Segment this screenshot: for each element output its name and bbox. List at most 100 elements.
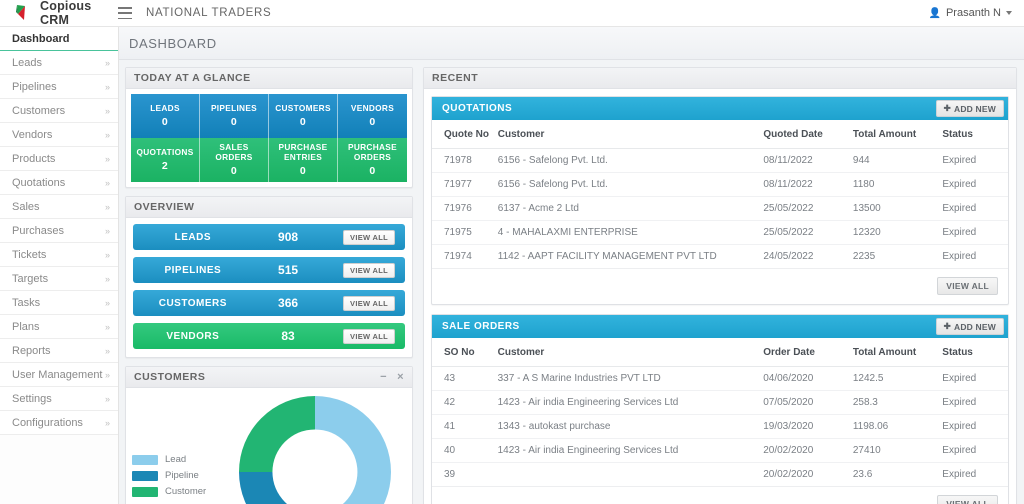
sale-orders-header: SALE ORDERS ✚ ADD NEW xyxy=(432,315,1008,338)
table-row[interactable]: 719786156 - Safelong Pvt. Ltd.08/11/2022… xyxy=(432,149,1008,173)
column-header-status: Status xyxy=(938,120,1008,149)
glance-tile-value: 0 xyxy=(231,165,237,178)
sidebar-item-purchases[interactable]: Purchases» xyxy=(0,219,118,243)
table-row[interactable]: 719776156 - Safelong Pvt. Ltd.08/11/2022… xyxy=(432,173,1008,197)
sidebar-item-pipelines[interactable]: Pipelines» xyxy=(0,75,118,99)
legend-item-pipeline[interactable]: Pipeline xyxy=(132,470,224,481)
glance-tile-label: PURCHASE ENTRIES xyxy=(269,142,337,163)
sidebar-item-vendors[interactable]: Vendors» xyxy=(0,123,118,147)
sidebar-item-products[interactable]: Products» xyxy=(0,147,118,171)
close-icon[interactable]: × xyxy=(397,372,404,383)
plus-icon: ✚ xyxy=(944,103,951,114)
minimize-icon[interactable]: − xyxy=(380,372,387,383)
table-row[interactable]: 401423 - Air india Engineering Services … xyxy=(432,439,1008,463)
glance-tile-customers[interactable]: CUSTOMERS0 xyxy=(269,94,338,138)
overview-bar-label: VENDORS xyxy=(133,331,253,342)
glance-tile-purchase-entries[interactable]: PURCHASE ENTRIES0 xyxy=(269,138,338,182)
cell-no: 71978 xyxy=(432,149,494,173)
main-content: DASHBOARD TODAY AT A GLANCE LEADS0PIPELI… xyxy=(119,27,1024,504)
today-at-a-glance-panel: TODAY AT A GLANCE LEADS0PIPELINES0CUSTOM… xyxy=(125,67,413,188)
status-badge: Expired xyxy=(938,463,1008,487)
overview-bar-pipelines[interactable]: PIPELINES515VIEW ALL xyxy=(133,257,405,283)
sidebar-item-reports[interactable]: Reports» xyxy=(0,339,118,363)
cell-amount: 1180 xyxy=(849,173,938,197)
table-row[interactable]: 719766137 - Acme 2 Ltd25/05/202213500Exp… xyxy=(432,197,1008,221)
status-badge: Expired xyxy=(938,391,1008,415)
cell-customer: 6156 - Safelong Pvt. Ltd. xyxy=(494,173,760,197)
overview-bar-value: 908 xyxy=(253,230,324,244)
hamburger-icon[interactable] xyxy=(118,7,132,19)
table-row[interactable]: 3920/02/202023.6Expired xyxy=(432,463,1008,487)
glance-tile-label: PURCHASE ORDERS xyxy=(338,142,407,163)
status-badge: Expired xyxy=(938,367,1008,391)
glance-tile-leads[interactable]: LEADS0 xyxy=(131,94,200,138)
sidebar-item-dashboard[interactable]: Dashboard xyxy=(0,27,118,51)
table-row[interactable]: 719754 - MAHALAXMI ENTERPRISE25/05/20221… xyxy=(432,221,1008,245)
glance-tile-quotations[interactable]: QUOTATIONS2 xyxy=(131,138,200,182)
glance-tile-purchase-orders[interactable]: PURCHASE ORDERS 0 xyxy=(338,138,407,182)
sidebar-item-tickets[interactable]: Tickets» xyxy=(0,243,118,267)
cell-amount: 27410 xyxy=(849,439,938,463)
overview-view-all-button[interactable]: VIEW ALL xyxy=(343,329,395,344)
glance-tile-vendors[interactable]: VENDORS0 xyxy=(338,94,407,138)
customers-chart-panel: CUSTOMERS − × LeadPipelineCustomer xyxy=(125,366,413,504)
overview-panel-title: OVERVIEW xyxy=(134,201,194,213)
overview-bar-leads[interactable]: LEADS908 VIEW ALL xyxy=(133,224,405,250)
quotations-title: QUOTATIONS xyxy=(442,103,512,114)
column-header-total-amount: Total Amount xyxy=(849,120,938,149)
sale-orders-add-new-button[interactable]: ✚ ADD NEW xyxy=(936,318,1004,335)
donut-wrapper xyxy=(224,396,406,504)
quotations-add-new-button[interactable]: ✚ ADD NEW xyxy=(936,100,1004,117)
legend-swatch-icon xyxy=(132,471,158,481)
sidebar-item-user-management[interactable]: User Management» xyxy=(0,363,118,387)
sidebar-item-sales[interactable]: Sales» xyxy=(0,195,118,219)
table-row[interactable]: 43337 - A S Marine Industries PVT LTD04/… xyxy=(432,367,1008,391)
table-row[interactable]: 421423 - Air india Engineering Services … xyxy=(432,391,1008,415)
overview-view-all-button[interactable]: VIEW ALL xyxy=(343,263,395,278)
sidebar-item-leads[interactable]: Leads» xyxy=(0,51,118,75)
cell-customer: 337 - A S Marine Industries PVT LTD xyxy=(494,367,760,391)
legend-swatch-icon xyxy=(132,455,158,465)
customers-donut-chart[interactable] xyxy=(239,396,391,504)
sidebar-item-configurations[interactable]: Configurations» xyxy=(0,411,118,435)
sidebar-item-plans[interactable]: Plans» xyxy=(0,315,118,339)
sidebar-item-settings[interactable]: Settings» xyxy=(0,387,118,411)
overview-view-all-button[interactable]: VIEW ALL xyxy=(343,230,395,245)
chevron-right-icon: » xyxy=(105,418,110,428)
brand[interactable]: Copious CRM xyxy=(0,0,110,27)
user-menu[interactable]: 👤 Prasanth N xyxy=(929,7,1024,19)
sidebar-nav: DashboardLeads»Pipelines»Customers»Vendo… xyxy=(0,27,118,435)
chevron-down-icon xyxy=(1006,11,1012,15)
legend-item-customer[interactable]: Customer xyxy=(132,486,224,497)
sidebar-item-tasks[interactable]: Tasks» xyxy=(0,291,118,315)
quotations-view-all-button[interactable]: VIEW ALL xyxy=(937,277,998,295)
table-row[interactable]: 411343 - autokast purchase19/03/20201198… xyxy=(432,415,1008,439)
cell-no: 71974 xyxy=(432,245,494,269)
quotations-footer: VIEW ALL xyxy=(432,269,1008,304)
glance-tile-sales-orders[interactable]: SALES ORDERS0 xyxy=(200,138,269,182)
status-badge: Expired xyxy=(938,439,1008,463)
overview-panel-header: OVERVIEW xyxy=(126,197,412,218)
sidebar-item-label: Leads xyxy=(12,57,105,69)
sale-orders-table-head: SO No Customer Order Date Total Amount S… xyxy=(432,338,1008,367)
hamburger-line xyxy=(118,12,132,14)
user-icon: 👤 xyxy=(929,8,941,19)
overview-bar-customers[interactable]: CUSTOMERS366VIEW ALL xyxy=(133,290,405,316)
chevron-right-icon: » xyxy=(105,130,110,140)
table-row[interactable]: 719741142 - AAPT FACILITY MANAGEMENT PVT… xyxy=(432,245,1008,269)
sale-orders-view-all-button[interactable]: VIEW ALL xyxy=(937,495,998,504)
glance-tile-value: 0 xyxy=(369,165,375,178)
sidebar-item-targets[interactable]: Targets» xyxy=(0,267,118,291)
overview-bar-vendors[interactable]: VENDORS83VIEW ALL xyxy=(133,323,405,349)
overview-bar-label: LEADS xyxy=(133,232,253,243)
plus-icon: ✚ xyxy=(944,321,951,332)
chevron-right-icon: » xyxy=(105,202,110,212)
cell-date: 24/05/2022 xyxy=(759,245,849,269)
sale-orders-add-new-label: ADD NEW xyxy=(954,322,996,332)
sidebar-item-quotations[interactable]: Quotations» xyxy=(0,171,118,195)
legend-item-lead[interactable]: Lead xyxy=(132,454,224,465)
glance-tile-pipelines[interactable]: PIPELINES0 xyxy=(200,94,269,138)
overview-view-all-button[interactable]: VIEW ALL xyxy=(343,296,395,311)
sidebar-item-customers[interactable]: Customers» xyxy=(0,99,118,123)
status-badge: Expired xyxy=(938,221,1008,245)
